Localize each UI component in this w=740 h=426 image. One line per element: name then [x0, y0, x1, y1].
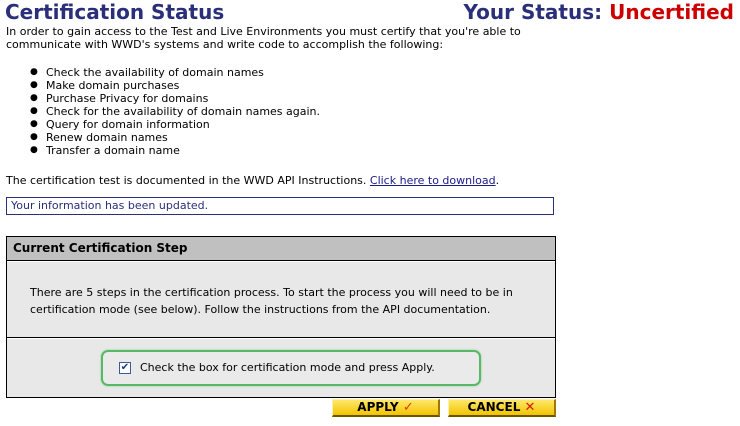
bullet-icon: ● — [30, 67, 38, 77]
requirements-list: ● Check the availability of domain names … — [30, 66, 320, 157]
apply-button[interactable]: APPLY ✓ — [332, 399, 440, 417]
certification-page: Certification Status Your Status: Uncert… — [0, 0, 740, 426]
bullet-icon: ● — [30, 106, 38, 116]
list-item-text: Query for domain information — [46, 118, 210, 131]
list-item: ● Check the availability of domain names — [30, 66, 320, 79]
list-item-text: Renew domain names — [46, 131, 168, 144]
cancel-button[interactable]: CANCEL ✕ — [448, 399, 556, 417]
check-icon: ✓ — [402, 400, 414, 415]
step-description: There are 5 steps in the certification p… — [30, 286, 513, 316]
certification-mode-label: Check the box for certification mode and… — [140, 361, 435, 374]
download-link[interactable]: Click here to download — [370, 174, 496, 187]
list-item-text: Make domain purchases — [46, 79, 180, 92]
certification-step-panel: Current Certification Step There are 5 s… — [6, 236, 556, 398]
bullet-icon: ● — [30, 145, 38, 155]
certification-status: Your Status: Uncertified — [464, 0, 734, 24]
list-item: ● Make domain purchases — [30, 79, 320, 92]
apply-button-label: APPLY — [357, 400, 399, 414]
step-panel-footer: ✔ Check the box for certification mode a… — [7, 338, 555, 397]
update-message: Your information has been updated. — [6, 197, 554, 215]
documentation-suffix: . — [495, 174, 500, 187]
cross-icon: ✕ — [524, 400, 536, 415]
step-panel-body: There are 5 steps in the certification p… — [7, 261, 555, 338]
page-title: Certification Status — [5, 0, 225, 24]
certification-mode-checkbox[interactable]: ✔ — [119, 362, 131, 374]
list-item: ● Check for the availability of domain na… — [30, 105, 320, 118]
list-item: ● Transfer a domain name — [30, 144, 320, 157]
bullet-icon: ● — [30, 93, 38, 103]
status-value: Uncertified — [609, 0, 734, 24]
list-item-text: Transfer a domain name — [46, 144, 180, 157]
status-label: Your Status: — [463, 0, 603, 24]
step-panel-header: Current Certification Step — [7, 237, 555, 261]
list-item-text: Check the availability of domain names — [46, 66, 264, 79]
bullet-icon: ● — [30, 80, 38, 90]
bullet-icon: ● — [30, 132, 38, 142]
documentation-text: The certification test is documented in … — [6, 174, 370, 187]
list-item: ● Purchase Privacy for domains — [30, 92, 320, 105]
intro-text: In order to gain access to the Test and … — [6, 25, 521, 51]
list-item-text: Check for the availability of domain nam… — [46, 105, 321, 118]
cancel-button-label: CANCEL — [467, 400, 521, 414]
list-item: ● Query for domain information — [30, 118, 320, 131]
list-item: ● Renew domain names — [30, 131, 320, 144]
certification-mode-highlight: ✔ Check the box for certification mode a… — [101, 350, 481, 386]
list-item-text: Purchase Privacy for domains — [46, 92, 209, 105]
documentation-line: The certification test is documented in … — [6, 174, 499, 187]
bullet-icon: ● — [30, 119, 38, 129]
